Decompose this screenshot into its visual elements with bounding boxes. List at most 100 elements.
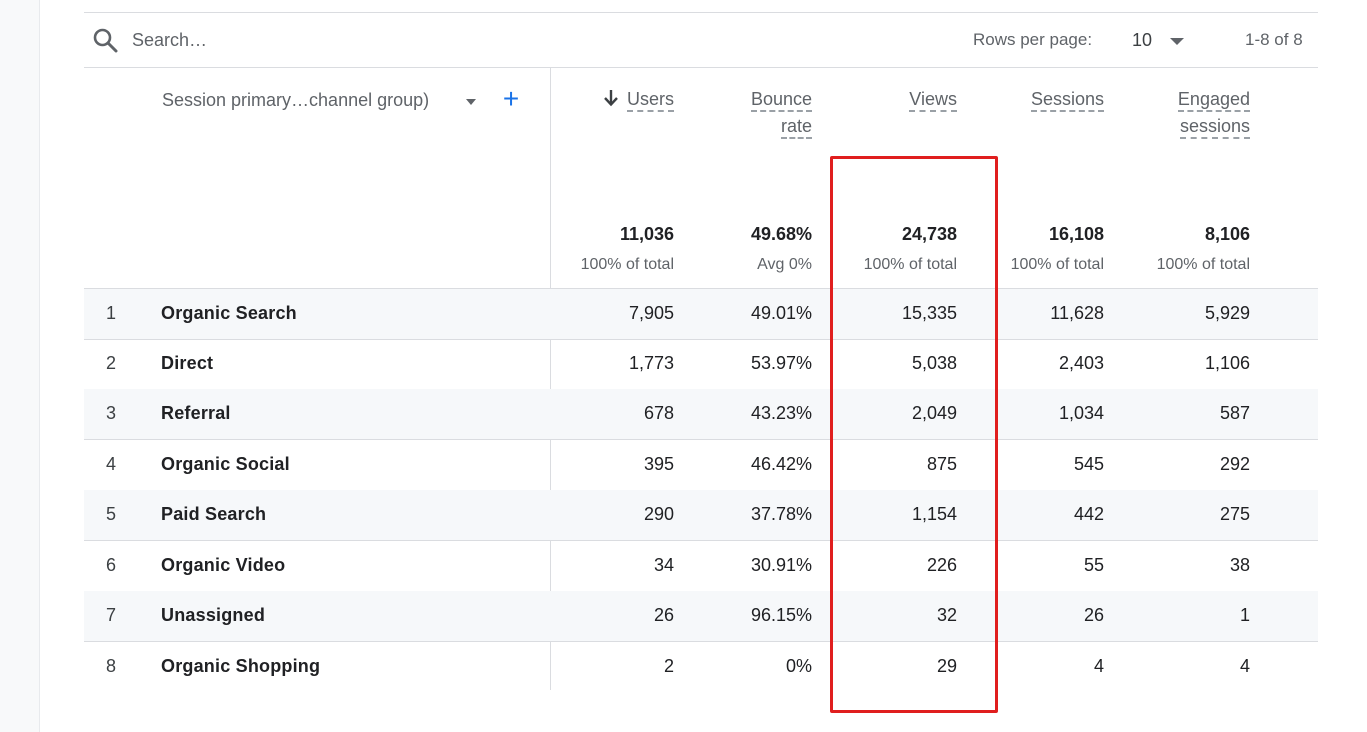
users-value: 7,905 xyxy=(628,303,674,323)
engaged-sessions-value: 5,929 xyxy=(1204,303,1250,323)
views-value: 5,038 xyxy=(911,353,957,373)
total-views-caption: 100% of total xyxy=(863,256,957,273)
rows-per-page-select[interactable]: 10 xyxy=(1130,25,1192,55)
total-bounce-rate: 49.68% xyxy=(750,224,812,244)
users-value: 1,773 xyxy=(628,353,674,373)
search-icon[interactable] xyxy=(92,27,118,53)
table-row: 3 Referral 678 43.23% 2,049 1,034 587 xyxy=(84,389,1318,440)
page-gutter xyxy=(0,0,40,732)
engaged-sessions-value: 1 xyxy=(1239,605,1250,625)
column-header-label: Engaged xyxy=(1177,89,1250,112)
row-index: 4 xyxy=(106,454,117,474)
table-row: 6 Organic Video 34 30.91% 226 55 38 xyxy=(84,541,1318,592)
add-dimension-button[interactable]: + xyxy=(499,85,523,114)
rows-per-page-label: Rows per page: xyxy=(973,30,1093,49)
channel-name: Direct xyxy=(161,353,214,373)
engaged-sessions-value: 38 xyxy=(1229,555,1250,575)
arrow-down-icon xyxy=(604,90,618,107)
bounce-rate-value: 53.97% xyxy=(750,353,812,373)
users-value: 2 xyxy=(663,656,674,676)
users-value: 290 xyxy=(643,504,674,524)
row-index: 2 xyxy=(106,353,117,373)
users-value: 678 xyxy=(643,403,674,423)
search-input[interactable] xyxy=(132,27,432,53)
column-header-label: Users xyxy=(626,89,674,112)
bounce-rate-value: 96.15% xyxy=(750,605,812,625)
sessions-value: 2,403 xyxy=(1058,353,1104,373)
table-row: 8 Organic Shopping 2 0% 29 4 4 xyxy=(84,642,1318,693)
bounce-rate-value: 30.91% xyxy=(750,555,812,575)
users-value: 395 xyxy=(643,454,674,474)
table-row: 2 Direct 1,773 53.97% 5,038 2,403 1,106 xyxy=(84,339,1318,390)
total-bounce-rate-caption: Avg 0% xyxy=(757,256,812,273)
engaged-sessions-value: 292 xyxy=(1219,454,1250,474)
column-header-label: Sessions xyxy=(1030,89,1104,112)
row-index: 5 xyxy=(106,504,117,524)
dimension-header[interactable]: Session primary…channel group) xyxy=(162,90,429,111)
table-row: 5 Paid Search 290 37.78% 1,154 442 275 xyxy=(84,490,1318,541)
total-engaged-sessions: 8,106 xyxy=(1204,224,1250,244)
channel-name: Organic Search xyxy=(161,303,297,323)
engaged-sessions-value: 1,106 xyxy=(1204,353,1250,373)
bounce-rate-value: 0% xyxy=(785,656,812,676)
channel-name: Organic Video xyxy=(161,555,286,575)
table-toolbar: Rows per page: 10 1-8 of 8 xyxy=(84,13,1318,67)
row-index: 6 xyxy=(106,555,117,575)
total-engaged-sessions-caption: 100% of total xyxy=(1156,256,1250,273)
engaged-sessions-value: 587 xyxy=(1219,403,1250,423)
row-index: 3 xyxy=(106,403,117,423)
row-index: 7 xyxy=(106,605,117,625)
sessions-value: 26 xyxy=(1083,605,1104,625)
column-header-label: rate xyxy=(780,116,812,139)
channel-name: Unassigned xyxy=(161,605,266,625)
total-sessions-caption: 100% of total xyxy=(1010,256,1104,273)
table-row: 4 Organic Social 395 46.42% 875 545 292 xyxy=(84,440,1318,491)
views-value: 226 xyxy=(926,555,957,575)
total-users-caption: 100% of total xyxy=(580,256,674,273)
total-users: 11,036 xyxy=(619,224,674,244)
sessions-value: 442 xyxy=(1073,504,1104,524)
bounce-rate-value: 46.42% xyxy=(750,454,812,474)
views-value: 875 xyxy=(926,454,957,474)
views-value: 1,154 xyxy=(911,504,957,524)
pagination-range: 1-8 of 8 xyxy=(1245,30,1303,49)
engaged-sessions-value: 4 xyxy=(1239,656,1250,676)
total-sessions: 16,108 xyxy=(1048,224,1104,244)
sessions-value: 55 xyxy=(1083,555,1104,575)
column-header-bounce-rate[interactable]: Bounce rate xyxy=(750,86,812,140)
column-header-engaged-sessions[interactable]: Engaged sessions xyxy=(1177,86,1250,140)
table-row: 1 Organic Search 7,905 49.01% 15,335 11,… xyxy=(84,289,1318,340)
channel-name: Organic Social xyxy=(161,454,290,474)
table-row: 7 Unassigned 26 96.15% 32 26 1 xyxy=(84,591,1318,642)
bounce-rate-value: 49.01% xyxy=(750,303,812,323)
channel-name: Paid Search xyxy=(161,504,267,524)
sessions-value: 1,034 xyxy=(1058,403,1104,423)
toolbar-divider xyxy=(84,67,1318,68)
sessions-value: 545 xyxy=(1073,454,1104,474)
views-value: 2,049 xyxy=(911,403,957,423)
views-value: 32 xyxy=(936,605,957,625)
column-header-label: Bounce xyxy=(750,89,812,112)
row-index: 8 xyxy=(106,656,117,676)
sessions-value: 4 xyxy=(1093,656,1104,676)
engaged-sessions-value: 275 xyxy=(1219,504,1250,524)
column-header-label: sessions xyxy=(1179,116,1250,139)
column-header-sessions[interactable]: Sessions xyxy=(1030,86,1104,113)
sessions-value: 11,628 xyxy=(1050,303,1104,323)
bounce-rate-value: 43.23% xyxy=(750,403,812,423)
bounce-rate-value: 37.78% xyxy=(750,504,812,524)
column-header-label: Views xyxy=(909,89,957,112)
channel-name: Organic Shopping xyxy=(161,656,321,676)
column-header-views[interactable]: Views xyxy=(909,86,957,113)
views-value: 29 xyxy=(936,656,957,676)
total-views: 24,738 xyxy=(901,224,957,244)
row-index: 1 xyxy=(106,303,117,323)
channel-name: Referral xyxy=(161,403,231,423)
report-table-card: Rows per page: 10 1-8 of 8 Session prima… xyxy=(84,0,1318,732)
views-value: 15,335 xyxy=(901,303,957,323)
column-header-users[interactable]: Users xyxy=(603,86,674,113)
users-value: 26 xyxy=(653,605,674,625)
rows-per-page-value: 10 xyxy=(1132,30,1153,50)
dimension-dropdown-icon[interactable] xyxy=(466,99,476,105)
users-value: 34 xyxy=(653,555,674,575)
